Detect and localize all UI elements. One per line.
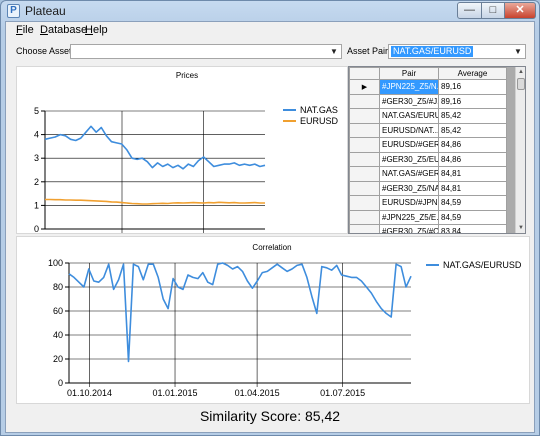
asset-pairs-selected: NAT.GAS/EURUSD <box>391 46 474 57</box>
correlation-chart-panel: Correlation 0 20 40 60 80 100 01.10.2014 01.01.… <box>16 236 530 404</box>
cell-average[interactable]: 83,84 <box>438 224 507 233</box>
cell-pair[interactable]: NAT.GAS/#GER... <box>379 166 439 182</box>
y-tick-label: 100 <box>48 258 63 268</box>
chevron-down-icon[interactable]: ▼ <box>513 45 523 58</box>
cell-average[interactable]: 84,86 <box>438 151 507 167</box>
cell-pair[interactable]: EURUSD/#GER... <box>379 137 439 153</box>
scroll-thumb[interactable] <box>517 78 525 90</box>
cell-average[interactable]: 84,81 <box>438 166 507 182</box>
menu-database[interactable]: Database <box>40 24 87 36</box>
prices-chart: 012345NAT.GASNAT.GASNAT.GASEURUSD <box>34 105 339 233</box>
table-row[interactable]: #GER30_Z5/#C...83,84 <box>349 224 507 233</box>
menu-file[interactable]: File <box>16 24 34 36</box>
maximize-icon[interactable]: □ <box>481 2 505 19</box>
cell-average[interactable]: 85,42 <box>438 122 507 138</box>
app-window: P Plateau — □ ✕ File Database Help Choos… <box>0 0 540 436</box>
scroll-down-icon[interactable]: ▼ <box>516 223 525 233</box>
table-row[interactable]: EURUSD/#JPN... 84,59 <box>349 195 507 211</box>
y-tick-label: 40 <box>53 330 63 340</box>
y-tick-label: 60 <box>53 306 63 316</box>
row-header[interactable] <box>349 195 380 211</box>
column-header-pair[interactable]: Pair <box>379 67 439 80</box>
pairs-grid[interactable]: Pair Average ▶ #JPN225_Z5/N... 89,16 #GER30… <box>348 66 526 234</box>
prices-chart-panel: Prices 012345NAT.GASNAT.GASNAT.GASEURUSD <box>16 66 348 234</box>
row-header[interactable] <box>349 209 380 225</box>
legend-label: NAT.GAS/EURUSD <box>443 260 522 270</box>
cell-pair[interactable]: #JPN225_Z5/E... <box>379 209 439 225</box>
x-tick-label: 01.01.2015 <box>152 388 197 398</box>
row-header[interactable] <box>349 151 380 167</box>
plateau-app-icon: P <box>7 4 20 18</box>
cell-pair[interactable]: #GER30_Z5/#J... <box>379 93 439 109</box>
pairs-table: Pair Average ▶ #JPN225_Z5/N... 89,16 #GER30… <box>349 67 507 233</box>
y-tick-label: 5 <box>34 106 39 116</box>
y-tick-label: 0 <box>34 224 39 233</box>
row-header-corner <box>349 67 380 80</box>
legend-label: EURUSD <box>300 116 339 126</box>
y-tick-label: 3 <box>34 153 39 163</box>
cell-average[interactable]: 85,42 <box>438 108 507 124</box>
cell-average[interactable]: 84,81 <box>438 180 507 196</box>
client-area: File Database Help Choose Assets: ▼ Asse… <box>5 21 535 433</box>
x-tick-label: 01.07.2015 <box>320 388 365 398</box>
similarity-score: Similarity Score: 85,42 <box>199 408 341 424</box>
y-tick-label: 20 <box>53 354 63 364</box>
title-bar[interactable]: P Plateau — □ ✕ <box>1 1 539 21</box>
y-tick-label: 2 <box>34 177 39 187</box>
row-header[interactable] <box>349 180 380 196</box>
menu-help[interactable]: Help <box>85 24 108 36</box>
table-row[interactable]: #JPN225_Z5/E... 84,59 <box>349 209 507 225</box>
window-title: Plateau <box>25 4 66 18</box>
menu-bar: File Database Help <box>6 22 534 38</box>
minimize-icon[interactable]: — <box>457 2 482 19</box>
table-row[interactable]: #GER30_Z5/NA...84,81 <box>349 180 507 196</box>
y-tick-label: 0 <box>58 378 63 388</box>
y-tick-label: 1 <box>34 200 39 210</box>
table-row[interactable]: NAT.GAS/EURU...85,42 <box>349 108 507 124</box>
series-line-nat-gas-eurusd <box>68 262 412 363</box>
cell-average[interactable]: 84,86 <box>438 137 507 153</box>
row-header[interactable] <box>349 224 380 233</box>
cell-pair[interactable]: EURUSD/#JPN... <box>379 195 439 211</box>
table-row[interactable]: EURUSD/#GER...84,86 <box>349 137 507 153</box>
cell-pair[interactable]: #GER30_Z5/EU... <box>379 151 439 167</box>
row-header[interactable] <box>349 137 380 153</box>
cell-average[interactable]: 84,59 <box>438 209 507 225</box>
grid-scrollbar[interactable]: ▲ ▼ <box>515 67 525 233</box>
cell-average[interactable]: 89,16 <box>438 93 507 109</box>
row-header[interactable] <box>349 108 380 124</box>
assets-combobox[interactable]: ▼ <box>70 44 342 59</box>
x-tick-label: 01.10.2014 <box>67 388 112 398</box>
scroll-up-icon[interactable]: ▲ <box>516 67 525 77</box>
table-row[interactable]: #GER30_Z5/#J... 89,16 <box>349 93 507 109</box>
table-row[interactable]: EURUSD/NAT.... 85,42 <box>349 122 507 138</box>
legend-label: NAT.GAS <box>300 105 338 115</box>
cell-pair[interactable]: #JPN225_Z5/N... <box>379 79 439 95</box>
series-line-eurusd <box>45 198 265 205</box>
y-tick-label: 80 <box>53 282 63 292</box>
y-tick-label: 4 <box>34 130 39 140</box>
cell-average[interactable]: 89,16 <box>438 79 507 95</box>
table-row[interactable]: ▶ #JPN225_Z5/N... 89,16 <box>349 79 507 95</box>
cell-pair[interactable]: #GER30_Z5/NA... <box>379 180 439 196</box>
column-header-average[interactable]: Average <box>438 67 507 80</box>
chevron-down-icon[interactable]: ▼ <box>329 45 339 58</box>
row-header[interactable] <box>349 122 380 138</box>
x-tick-label: 01.04.2015 <box>235 388 280 398</box>
row-header[interactable] <box>349 166 380 182</box>
series-line-nat-gas <box>44 125 266 170</box>
row-header[interactable] <box>349 93 380 109</box>
close-icon[interactable]: ✕ <box>504 2 536 19</box>
table-row[interactable]: #GER30_Z5/EU...84,86 <box>349 151 507 167</box>
table-row[interactable]: NAT.GAS/#GER...84,81 <box>349 166 507 182</box>
cell-pair[interactable]: EURUSD/NAT.... <box>379 122 439 138</box>
cell-pair[interactable]: NAT.GAS/EURU... <box>379 108 439 124</box>
correlation-chart: 0 20 40 60 80 100 01.10.2014 01.01.2015 01.04.20… <box>48 258 522 398</box>
asset-pairs-combobox[interactable]: NAT.GAS/EURUSD ▼ <box>388 44 526 59</box>
cell-pair[interactable]: #GER30_Z5/#C... <box>379 224 439 233</box>
current-row-arrow-icon[interactable]: ▶ <box>349 79 380 95</box>
cell-average[interactable]: 84,59 <box>438 195 507 211</box>
